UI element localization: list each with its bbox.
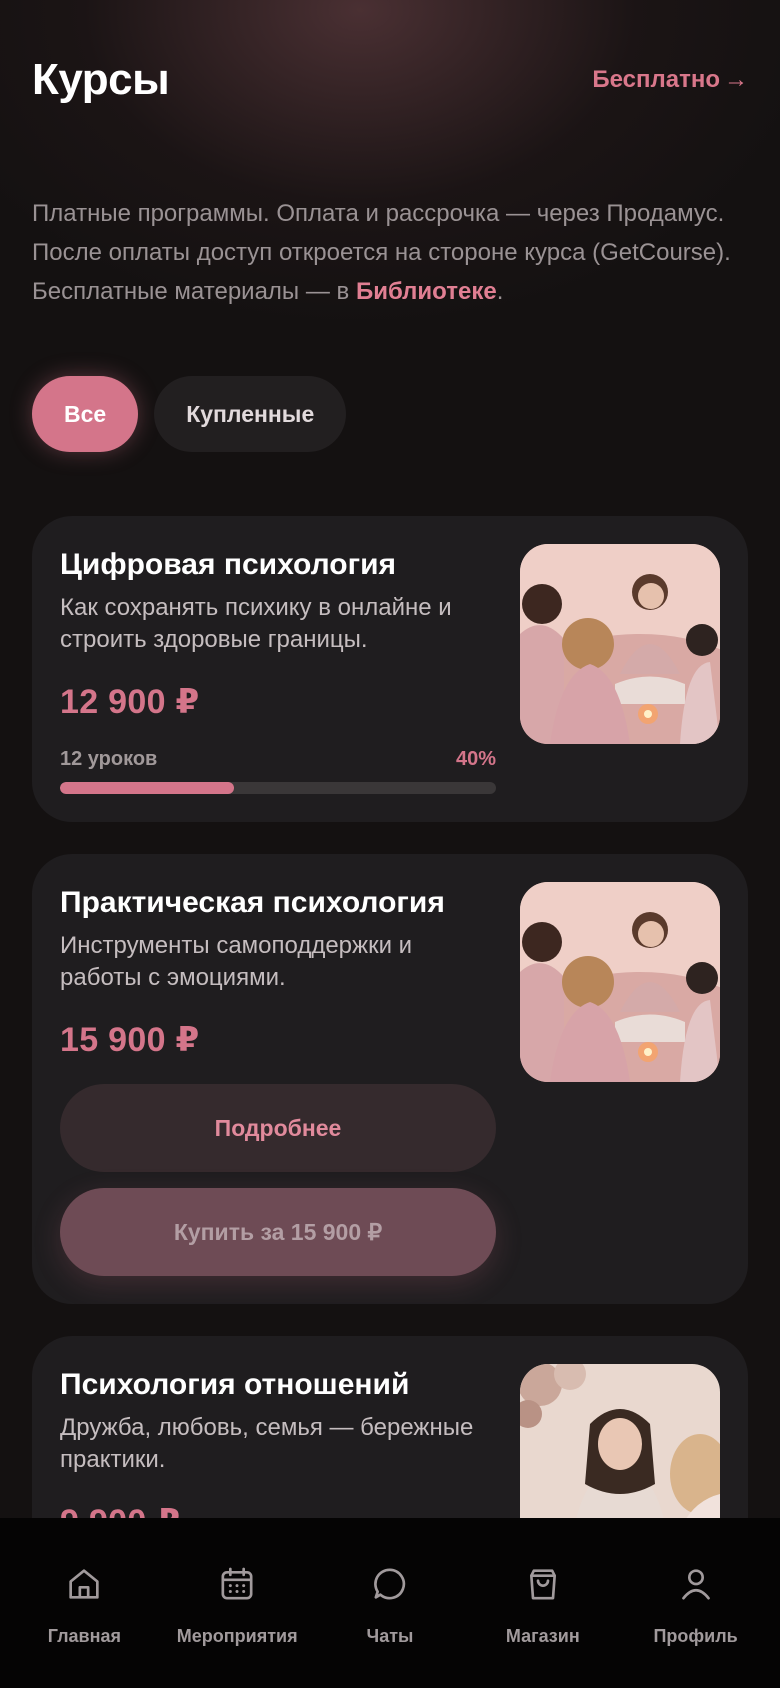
course-description: Как сохранять психику в онлайне и строит… [60, 594, 452, 653]
buy-button[interactable]: Купить за 15 900 ₽ [60, 1188, 496, 1276]
progress-bar [60, 782, 496, 794]
course-title: Психология отношений [60, 1368, 410, 1401]
intro-text: Платные программы. Оплата и рассрочка — … [32, 194, 742, 311]
course-card-body: Практическая психология Инструменты само… [60, 884, 500, 1060]
nav-label: Главная [47, 1626, 121, 1646]
course-card[interactable]: Цифровая психология Как сохранять психик… [32, 516, 748, 822]
home-icon [64, 1564, 104, 1604]
course-description: Инструменты самоподдержки и работы с эмо… [60, 932, 413, 991]
course-description: Дружба, любовь, семья — бережные практик… [60, 1414, 474, 1473]
lessons-count: 12 уроков [60, 748, 158, 770]
filter-chips: Все Купленные [32, 376, 347, 452]
course-title: Цифровая психология [60, 548, 397, 581]
progress-percent: 40% [455, 748, 496, 770]
arrow-right-icon: → [724, 66, 748, 93]
course-thumbnail [520, 544, 720, 744]
calendar-icon [217, 1564, 257, 1604]
course-price: 12 900 ₽ [60, 683, 200, 721]
course-title: Практическая психология [60, 886, 445, 919]
course-card-body: Психология отношений Дружба, любовь, сем… [60, 1366, 500, 1542]
nav-item-profile[interactable]: Профиль [621, 1518, 771, 1688]
course-thumbnail [520, 882, 720, 1082]
header: Курсы Бесплатно → [32, 52, 748, 108]
nav-label: Магазин [505, 1626, 580, 1646]
page-title: Курсы [32, 55, 170, 104]
nav-item-chats[interactable]: Чаты [315, 1518, 465, 1688]
nav-item-home[interactable]: Главная [9, 1518, 159, 1688]
free-link-label: Бесплатно [592, 66, 720, 93]
shopping-bag-icon [523, 1564, 563, 1604]
user-icon [676, 1564, 716, 1604]
nav-label: Мероприятия [176, 1626, 298, 1646]
progress-row: 12 уроков 40% [60, 748, 496, 771]
course-card-body: Цифровая психология Как сохранять психик… [60, 546, 500, 722]
nav-item-events[interactable]: Мероприятия [162, 1518, 312, 1688]
filter-purchased-chip[interactable]: Купленные [154, 376, 347, 452]
nav-item-shop[interactable]: Магазин [468, 1518, 618, 1688]
free-materials-link[interactable]: Бесплатно → [592, 66, 748, 94]
bottom-nav: Главная Мероприятия Чаты Магазин Профиль [0, 1518, 780, 1688]
course-card[interactable]: Практическая психология Инструменты само… [32, 854, 748, 1304]
intro-end: . [496, 278, 504, 305]
courses-screen: Курсы Бесплатно → Платные программы. Опл… [0, 0, 780, 1688]
details-button[interactable]: Подробнее [60, 1084, 496, 1172]
filter-all-chip[interactable]: Все [32, 376, 139, 452]
chat-icon [370, 1564, 410, 1604]
nav-label: Профиль [653, 1626, 738, 1646]
progress-fill [60, 782, 235, 794]
course-price: 15 900 ₽ [60, 1021, 200, 1059]
library-link[interactable]: Библиотеке [356, 278, 497, 305]
nav-label: Чаты [366, 1626, 414, 1646]
